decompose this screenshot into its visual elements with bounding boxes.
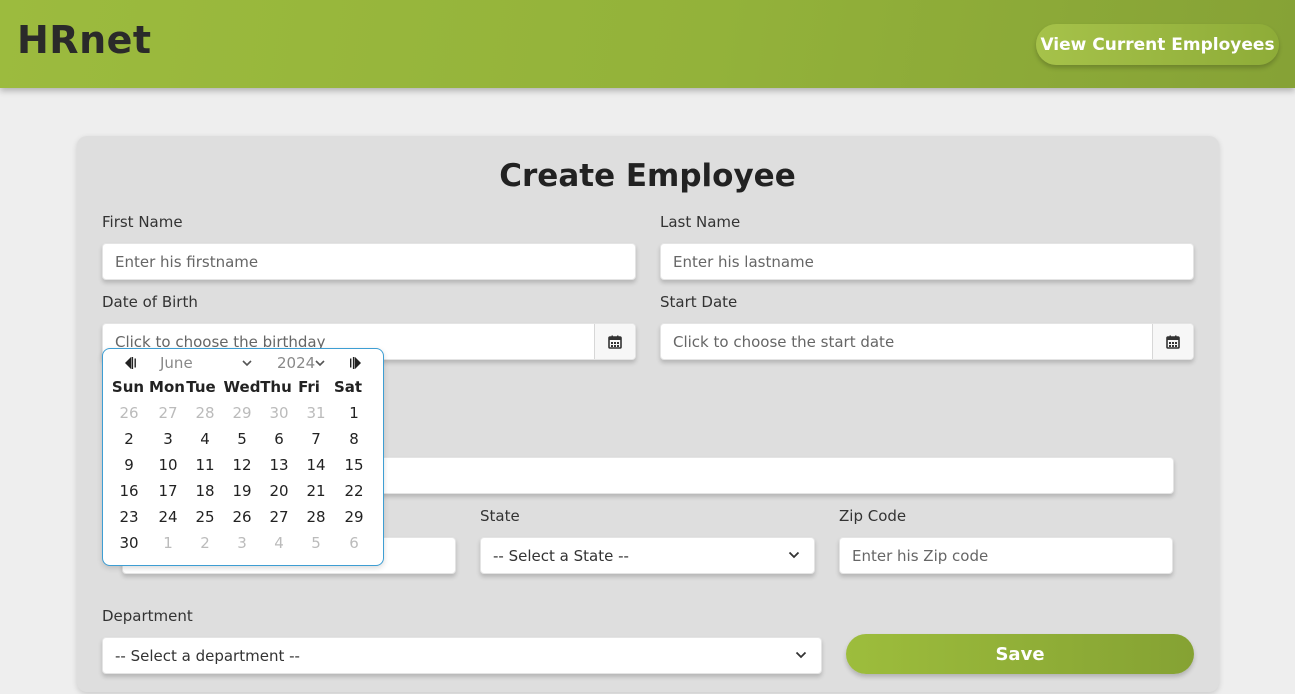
calendar-day[interactable]: 4 (264, 534, 294, 552)
calendar-day[interactable]: 12 (227, 456, 257, 474)
calendar-day[interactable]: 16 (114, 482, 144, 500)
chevron-down-icon (795, 651, 807, 659)
save-button[interactable]: Save (846, 634, 1194, 674)
calendar-day[interactable]: 5 (227, 430, 257, 448)
calendar-day[interactable]: 26 (114, 404, 144, 422)
weekday-label: Fri (298, 378, 320, 396)
calendar-day[interactable]: 1 (153, 534, 183, 552)
chevron-down-icon (788, 551, 800, 559)
calendar-day[interactable]: 7 (301, 430, 331, 448)
month-select[interactable]: June (160, 354, 193, 372)
zip-code-label: Zip Code (839, 507, 907, 525)
calendar-day[interactable]: 19 (227, 482, 257, 500)
calendar-day[interactable]: 30 (114, 534, 144, 552)
calendar-day[interactable]: 10 (153, 456, 183, 474)
chevron-down-icon (315, 360, 325, 367)
calendar-icon (608, 335, 622, 349)
chevron-down-icon (242, 360, 252, 367)
calendar-day[interactable]: 24 (153, 508, 183, 526)
calendar-day[interactable]: 13 (264, 456, 294, 474)
department-select[interactable]: -- Select a department -- (102, 637, 822, 674)
calendar-day[interactable]: 5 (301, 534, 331, 552)
next-month-icon[interactable] (347, 356, 363, 370)
prev-month-icon[interactable] (123, 356, 139, 370)
calendar-day[interactable]: 22 (339, 482, 369, 500)
weekday-label: Sun (111, 378, 145, 396)
year-select[interactable]: 2024 (277, 354, 315, 372)
date-of-birth-label: Date of Birth (102, 293, 198, 311)
state-label: State (480, 507, 520, 525)
calendar-day[interactable]: 9 (114, 456, 144, 474)
calendar-day[interactable]: 20 (264, 482, 294, 500)
start-date-calendar-button[interactable] (1152, 324, 1193, 359)
calendar-day[interactable]: 26 (227, 508, 257, 526)
calendar-day[interactable]: 21 (301, 482, 331, 500)
calendar-day[interactable]: 30 (264, 404, 294, 422)
calendar-day[interactable]: 3 (153, 430, 183, 448)
start-date-placeholder: Click to choose the start date (673, 332, 895, 351)
calendar-day[interactable]: 15 (339, 456, 369, 474)
state-select[interactable]: -- Select a State -- (480, 537, 815, 574)
calendar-day[interactable]: 8 (339, 430, 369, 448)
calendar-day[interactable]: 1 (339, 404, 369, 422)
weekday-label: Sat (333, 378, 363, 396)
state-selected-value: -- Select a State -- (493, 546, 629, 565)
calendar-day[interactable]: 3 (227, 534, 257, 552)
start-date-label: Start Date (660, 293, 738, 311)
calendar-day[interactable]: 11 (190, 456, 220, 474)
view-current-employees-button[interactable]: View Current Employees (1036, 24, 1279, 65)
calendar-day[interactable]: 27 (264, 508, 294, 526)
calendar-day[interactable]: 2 (190, 534, 220, 552)
calendar-day[interactable]: 14 (301, 456, 331, 474)
department-selected-value: -- Select a department -- (115, 646, 300, 665)
calendar-day[interactable]: 6 (264, 430, 294, 448)
calendar-day[interactable]: 27 (153, 404, 183, 422)
last-name-label: Last Name (660, 213, 741, 231)
zip-code-input[interactable]: Enter his Zip code (839, 537, 1173, 574)
calendar-day[interactable]: 25 (190, 508, 220, 526)
calendar-day[interactable]: 28 (301, 508, 331, 526)
birthday-calendar-button[interactable] (594, 324, 635, 359)
calendar-day[interactable]: 4 (190, 430, 220, 448)
app-header: HRnet View Current Employees (0, 0, 1295, 88)
calendar-day[interactable]: 28 (190, 404, 220, 422)
calendar-day[interactable]: 23 (114, 508, 144, 526)
last-name-input[interactable]: Enter his lastname (660, 243, 1194, 280)
calendar-day[interactable]: 6 (339, 534, 369, 552)
first-name-label: First Name (102, 213, 183, 231)
birthday-datepicker: June 2024 Sun Mon Tue Wed Thu Fri Sat 26 27 28 29… (102, 348, 384, 566)
calendar-day[interactable]: 29 (227, 404, 257, 422)
weekday-label: Tue (186, 378, 216, 396)
app-logo: HRnet (17, 18, 152, 62)
calendar-day[interactable]: 2 (114, 430, 144, 448)
start-date-input[interactable]: Click to choose the start date (660, 323, 1194, 360)
page-title: Create Employee (499, 158, 796, 194)
calendar-day[interactable]: 31 (301, 404, 331, 422)
calendar-icon (1166, 335, 1180, 349)
calendar-day[interactable]: 17 (153, 482, 183, 500)
calendar-day[interactable]: 18 (190, 482, 220, 500)
first-name-input[interactable]: Enter his firstname (102, 243, 636, 280)
calendar-day[interactable]: 29 (339, 508, 369, 526)
department-label: Department (102, 607, 193, 625)
